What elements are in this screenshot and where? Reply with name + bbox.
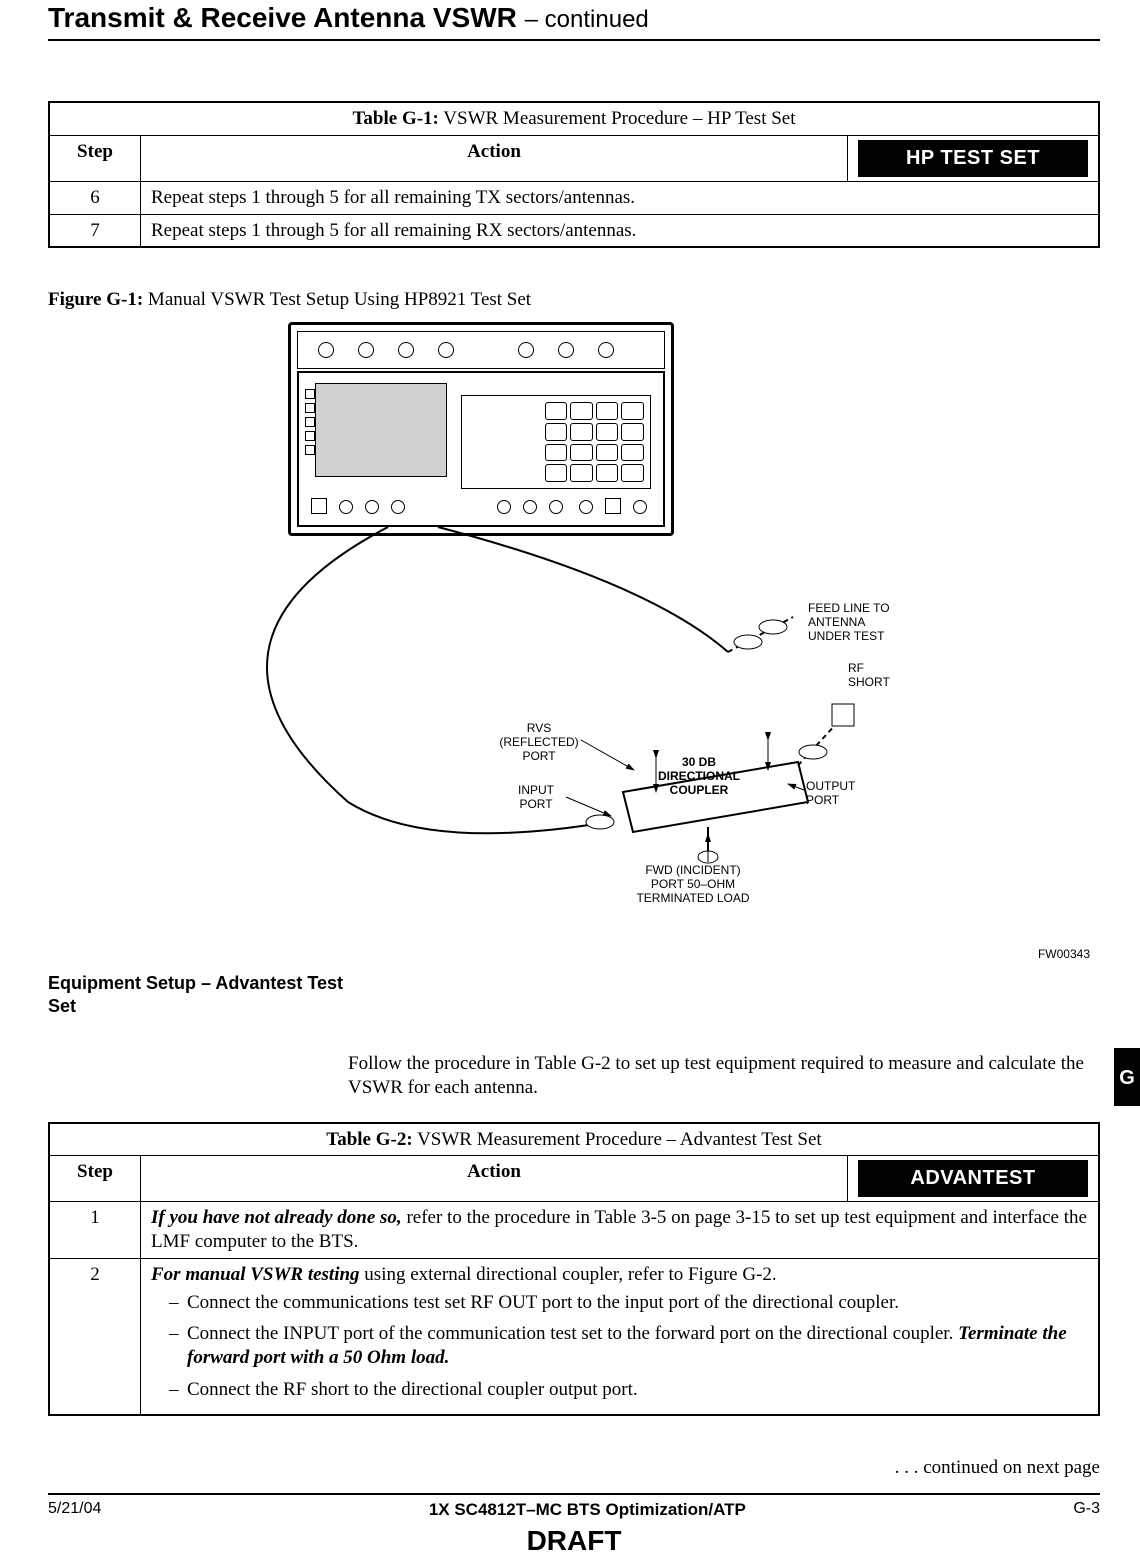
continued-next-page: . . . continued on next page: [48, 1456, 1100, 1480]
figure-g1: FEED LINE TO ANTENNA UNDER TEST RF SHORT…: [48, 322, 1100, 962]
table-g1-title: Table G-1: VSWR Measurement Procedure – …: [49, 102, 1099, 135]
table-g1-badge-cell: HP TEST SET: [848, 135, 1100, 181]
figure-reference: FW00343: [1038, 947, 1090, 962]
label-rf-short: RF SHORT: [848, 662, 890, 690]
list-item: – Connect the RF short to the directiona…: [169, 1378, 1088, 1402]
figure-g1-caption: Figure G-1: Manual VSWR Test Setup Using…: [48, 288, 1100, 312]
footer-center: 1X SC4812T–MC BTS Optimization/ATP: [101, 1499, 1073, 1520]
table-row: 1 If you have not already done so, refer…: [49, 1202, 1099, 1259]
table-g1-title-prefix: Table G-1:: [352, 108, 438, 129]
figure-cables-illustration: [48, 322, 1100, 962]
bullet-2: Connect the RF short to the directional …: [187, 1379, 638, 1400]
table-g2-title-rest: VSWR Measurement Procedure – Advantest T…: [413, 1129, 822, 1150]
label-coupler-text: 30 DB DIRECTIONAL COUPLER: [658, 755, 740, 797]
table-g1-row0-action: Repeat steps 1 through 5 for all remaini…: [141, 181, 1100, 214]
table-g1: Table G-1: VSWR Measurement Procedure – …: [48, 101, 1100, 248]
list-item: – Connect the communications test set RF…: [169, 1291, 1088, 1315]
title-main: Transmit & Receive Antenna VSWR: [48, 2, 517, 33]
label-rf-short-text: RF SHORT: [848, 661, 890, 689]
label-input-port: INPUT PORT: [506, 784, 566, 812]
hp-test-set-badge: HP TEST SET: [858, 140, 1088, 177]
chapter-tab: G: [1114, 1058, 1140, 1096]
table-g2-title: Table G-2: VSWR Measurement Procedure – …: [49, 1123, 1099, 1156]
table-g1-row1-action: Repeat steps 1 through 5 for all remaini…: [141, 214, 1100, 247]
table-g2-row2-lead-rest: using external directional coupler, refe…: [360, 1264, 777, 1285]
footer-rule: [48, 1493, 1100, 1495]
bullet-0: Connect the communications test set RF O…: [187, 1292, 899, 1313]
table-g2-row1-step: 1: [49, 1202, 141, 1259]
chapter-tab-label: G: [1114, 1066, 1140, 1091]
table-g1-header-step: Step: [49, 135, 141, 181]
section-heading: Equipment Setup – Advantest Test Set: [48, 972, 348, 1017]
table-g2-row2-lead-em: For manual VSWR testing: [151, 1264, 360, 1285]
bullet-1-pre: Connect the INPUT port of the communicat…: [187, 1323, 958, 1344]
table-g2-header-step: Step: [49, 1156, 141, 1202]
table-g2-badge-cell: ADVANTEST: [848, 1156, 1100, 1202]
advantest-badge: ADVANTEST: [858, 1160, 1088, 1197]
label-coupler: 30 DB DIRECTIONAL COUPLER: [644, 756, 754, 797]
figure-g1-caption-prefix: Figure G-1:: [48, 289, 143, 310]
table-g2-row2-action: For manual VSWR testing using external d…: [141, 1258, 1100, 1414]
label-output-port: OUTPUT PORT: [806, 780, 876, 808]
table-row: 7 Repeat steps 1 through 5 for all remai…: [49, 214, 1099, 247]
title-rule: [48, 39, 1100, 41]
label-feed-line-text: FEED LINE TO ANTENNA UNDER TEST: [808, 601, 890, 643]
label-feed-line: FEED LINE TO ANTENNA UNDER TEST: [808, 602, 890, 643]
table-g2: Table G-2: VSWR Measurement Procedure – …: [48, 1122, 1100, 1416]
table-row: 6 Repeat steps 1 through 5 for all remai…: [49, 181, 1099, 214]
table-g2-row1-lead-em: If you have not already done so,: [151, 1207, 402, 1228]
label-rvs-port-text: RVS (REFLECTED) PORT: [499, 721, 578, 763]
label-output-port-text: OUTPUT PORT: [806, 779, 855, 807]
figure-g1-caption-rest: Manual VSWR Test Setup Using HP8921 Test…: [143, 289, 531, 310]
page-title: Transmit & Receive Antenna VSWR – contin…: [48, 0, 1100, 35]
table-g2-header-action: Action: [141, 1156, 848, 1202]
table-g2-title-prefix: Table G-2:: [326, 1129, 412, 1150]
label-rvs-port: RVS (REFLECTED) PORT: [494, 722, 584, 763]
label-input-port-text: INPUT PORT: [518, 783, 554, 811]
table-g2-row2-step: 2: [49, 1258, 141, 1414]
table-g2-row1-action: If you have not already done so, refer t…: [141, 1202, 1100, 1259]
table-g1-title-rest: VSWR Measurement Procedure – HP Test Set: [439, 108, 796, 129]
title-continued: – continued: [525, 6, 649, 33]
table-g1-row1-step: 7: [49, 214, 141, 247]
table-g1-header-action: Action: [141, 135, 848, 181]
footer-date: 5/21/04: [48, 1499, 101, 1519]
table-row: 2 For manual VSWR testing using external…: [49, 1258, 1099, 1414]
table-g1-row0-step: 6: [49, 181, 141, 214]
footer: 5/21/04 1X SC4812T–MC BTS Optimization/A…: [48, 1499, 1100, 1520]
label-fwd-port: FWD (INCIDENT) PORT 50–OHM TERMINATED LO…: [618, 864, 768, 905]
footer-page: G-3: [1073, 1499, 1100, 1519]
label-fwd-port-text: FWD (INCIDENT) PORT 50–OHM TERMINATED LO…: [636, 863, 749, 905]
list-item: – Connect the INPUT port of the communic…: [169, 1322, 1088, 1370]
footer-draft: DRAFT: [48, 1523, 1100, 1558]
section-body: Follow the procedure in Table G-2 to set…: [348, 1052, 1100, 1100]
